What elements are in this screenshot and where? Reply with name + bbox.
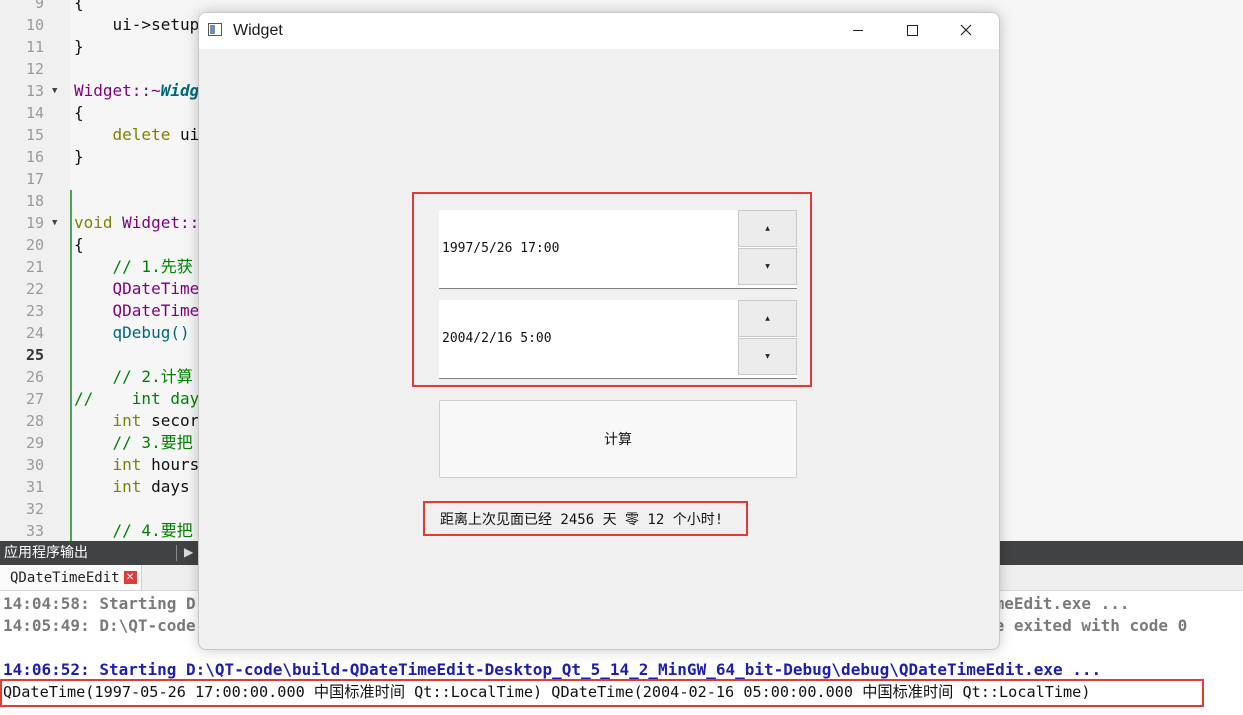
widget-window: Widget 1997/5/26 17:00 ▲ ▼ 2004/2/16 5:0… bbox=[198, 12, 1000, 650]
code-line: { bbox=[74, 103, 84, 122]
window-icon bbox=[208, 23, 222, 36]
line-number: 17 bbox=[25, 170, 44, 188]
code-line: QDateTime bbox=[74, 301, 200, 320]
line-number: 20 bbox=[25, 236, 44, 254]
toolbar-separator bbox=[176, 545, 177, 561]
line-number: 22 bbox=[25, 280, 44, 298]
close-button[interactable] bbox=[943, 13, 989, 47]
line-number: 18 bbox=[25, 192, 44, 210]
window-title: Widget bbox=[233, 22, 283, 39]
output-line-debug: QDateTime(1997-05-26 17:00:00.000 中国标准时间… bbox=[3, 683, 1091, 701]
code-line: int hours bbox=[112, 455, 200, 474]
output-line: xe exited with code 0 bbox=[985, 616, 1188, 635]
line-number: 16 bbox=[25, 148, 44, 166]
code-line: void Widget:: bbox=[74, 213, 200, 232]
output-line: 14:06:52: Starting D:\QT-code\build-QDat… bbox=[3, 660, 1102, 679]
line-number: 21 bbox=[25, 258, 44, 276]
output-line: 14:05:49: D:\QT-code bbox=[3, 616, 196, 635]
code-line: // 2.计算 bbox=[74, 367, 193, 386]
minimize-button[interactable] bbox=[835, 13, 881, 47]
line-number: 23 bbox=[25, 302, 44, 320]
code-line: int secor bbox=[112, 411, 200, 430]
minimize-icon bbox=[853, 29, 863, 31]
close-icon bbox=[960, 24, 972, 36]
line-number: 10 bbox=[25, 16, 44, 34]
code-line: // 1.先获 bbox=[74, 257, 193, 276]
line-number: 13 bbox=[25, 82, 44, 100]
code-line: { bbox=[74, 235, 84, 254]
datetime-edit-start[interactable]: 1997/5/26 17:00 ▲ ▼ bbox=[439, 210, 797, 289]
title-bar[interactable]: Widget bbox=[199, 13, 999, 49]
code-line: ui->setup bbox=[112, 15, 200, 34]
line-number: 26 bbox=[25, 368, 44, 386]
line-number-current: 25 bbox=[25, 346, 44, 364]
modified-lines-marker bbox=[70, 190, 72, 541]
code-line: } bbox=[74, 37, 84, 56]
close-icon[interactable]: ✕ bbox=[123, 571, 137, 584]
line-number: 9 bbox=[34, 0, 44, 12]
line-number: 30 bbox=[25, 456, 44, 474]
datetime-value: 2004/2/16 5:00 bbox=[442, 331, 552, 346]
code-line: } bbox=[74, 147, 84, 166]
line-number: 27 bbox=[25, 390, 44, 408]
spin-down-button[interactable]: ▼ bbox=[738, 248, 797, 285]
spin-down-button[interactable]: ▼ bbox=[738, 338, 797, 375]
output-line: imeEdit.exe ... bbox=[985, 594, 1130, 613]
tab-qdatetimeedit[interactable]: QDateTimeEdit ✕ bbox=[0, 565, 142, 590]
code-line: QDateTime bbox=[74, 279, 200, 298]
calculate-button[interactable]: 计算 bbox=[439, 400, 797, 478]
fold-arrow-icon[interactable]: ▼ bbox=[52, 212, 57, 234]
line-number: 32 bbox=[25, 500, 44, 518]
fold-arrow-icon[interactable]: ▼ bbox=[52, 80, 57, 102]
line-number-gutter: 9 10 11 12 13 14 15 16 17 18 19 20 21 22… bbox=[0, 0, 70, 541]
code-line: qDebug() bbox=[74, 323, 190, 342]
code-line: // int day bbox=[74, 389, 200, 408]
tab-label: QDateTimeEdit bbox=[10, 569, 120, 586]
line-number: 33 bbox=[25, 522, 44, 540]
code-line: // 3.要把 bbox=[74, 433, 193, 452]
line-number: 12 bbox=[25, 60, 44, 78]
line-number: 14 bbox=[25, 104, 44, 122]
line-number: 29 bbox=[25, 434, 44, 452]
code-line: // 4.要把 bbox=[74, 521, 193, 540]
run-icon[interactable]: ▶ bbox=[184, 545, 193, 559]
maximize-button[interactable] bbox=[889, 13, 935, 47]
spin-up-button[interactable]: ▲ bbox=[738, 300, 797, 337]
line-number: 19 bbox=[25, 214, 44, 232]
result-label: 距离上次见面已经 2456 天 零 12 个小时! bbox=[440, 512, 724, 528]
line-number: 28 bbox=[25, 412, 44, 430]
code-line: { bbox=[74, 0, 84, 12]
maximize-icon bbox=[906, 24, 918, 36]
output-panel-title: 应用程序输出 bbox=[4, 545, 88, 561]
line-number: 31 bbox=[25, 478, 44, 496]
code-line: delete ui bbox=[112, 125, 200, 144]
code-line: Widget::~Widg bbox=[74, 81, 200, 100]
line-number: 15 bbox=[25, 126, 44, 144]
code-line: int days bbox=[112, 477, 190, 496]
line-number: 24 bbox=[25, 324, 44, 342]
datetime-edit-end[interactable]: 2004/2/16 5:00 ▲ ▼ bbox=[439, 300, 797, 379]
output-line: 14:04:58: Starting D bbox=[3, 594, 196, 613]
datetime-value: 1997/5/26 17:00 bbox=[442, 241, 560, 256]
spin-up-button[interactable]: ▲ bbox=[738, 210, 797, 247]
line-number: 11 bbox=[25, 38, 44, 56]
